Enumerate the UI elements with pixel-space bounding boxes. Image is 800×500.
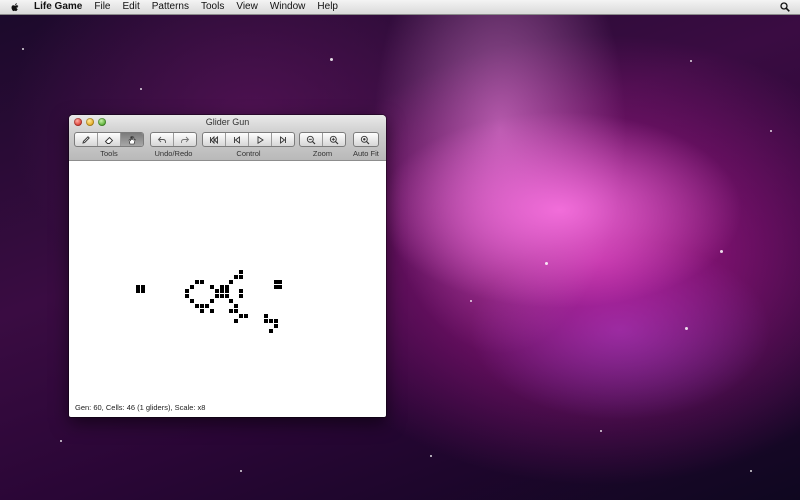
redo-icon bbox=[181, 136, 190, 143]
step-forward-button[interactable] bbox=[272, 133, 294, 146]
menu-patterns[interactable]: Patterns bbox=[146, 0, 195, 14]
hand-tool-button[interactable] bbox=[121, 133, 143, 146]
live-cell bbox=[136, 289, 141, 294]
menu-window[interactable]: Window bbox=[264, 0, 312, 14]
glider-gun-window: Glider Gun Tools Undo/Redo Control Zoom … bbox=[69, 115, 386, 417]
zoom-in-button[interactable] bbox=[323, 133, 345, 146]
live-cell bbox=[224, 289, 229, 294]
step-back-icon bbox=[234, 135, 240, 144]
live-cell bbox=[219, 294, 224, 299]
live-cell bbox=[239, 294, 244, 299]
undo-redo-label: Undo/Redo bbox=[154, 149, 193, 158]
live-cell bbox=[268, 328, 273, 333]
live-cell bbox=[239, 313, 244, 318]
live-cell bbox=[214, 289, 219, 294]
undo-button[interactable] bbox=[151, 133, 174, 146]
tools-group: Tools bbox=[74, 132, 144, 158]
live-cell bbox=[200, 309, 204, 313]
pencil-tool-button[interactable] bbox=[75, 133, 98, 146]
live-cell bbox=[195, 279, 200, 284]
live-cell bbox=[229, 309, 234, 313]
menu-help[interactable]: Help bbox=[311, 0, 344, 14]
hand-icon bbox=[128, 135, 136, 144]
live-cell bbox=[229, 279, 234, 284]
menu-view[interactable]: View bbox=[230, 0, 264, 14]
live-cell bbox=[263, 318, 268, 323]
live-cell bbox=[209, 299, 214, 304]
live-cell bbox=[234, 274, 239, 279]
live-cell bbox=[273, 318, 278, 323]
live-cell bbox=[136, 284, 141, 289]
live-cell bbox=[273, 284, 278, 289]
menu-edit[interactable]: Edit bbox=[116, 0, 145, 14]
live-cell bbox=[141, 289, 146, 294]
live-cell bbox=[190, 299, 195, 304]
live-cell bbox=[204, 304, 209, 309]
play-icon bbox=[257, 135, 264, 144]
live-cell bbox=[209, 284, 214, 289]
tools-label: Tools bbox=[100, 149, 118, 158]
apple-icon[interactable] bbox=[10, 2, 20, 13]
control-group: Control bbox=[202, 132, 295, 158]
rewind-icon bbox=[210, 135, 218, 144]
live-cell bbox=[234, 304, 239, 309]
live-cell bbox=[195, 304, 200, 309]
control-label: Control bbox=[236, 149, 261, 158]
zoom-out-icon bbox=[306, 135, 316, 144]
redo-button[interactable] bbox=[174, 133, 196, 146]
live-cell bbox=[263, 313, 268, 318]
toolbar: Tools Undo/Redo Control Zoom Auto Fit bbox=[69, 132, 386, 160]
live-cell bbox=[239, 274, 244, 279]
live-cell bbox=[234, 318, 239, 323]
undo-icon bbox=[157, 136, 166, 143]
live-cell bbox=[244, 313, 249, 318]
spotlight-search-icon[interactable] bbox=[780, 2, 790, 12]
zoom-label: Zoom bbox=[312, 149, 333, 158]
rewind-button[interactable] bbox=[203, 133, 226, 146]
live-cell bbox=[239, 269, 244, 274]
live-cell bbox=[219, 284, 224, 289]
live-cell bbox=[239, 289, 244, 294]
live-cell bbox=[229, 299, 234, 304]
status-text: Gen: 60, Cells: 46 (1 gliders), Scale: x… bbox=[75, 403, 206, 412]
live-cell bbox=[224, 284, 229, 289]
live-cell bbox=[278, 279, 283, 284]
menu-tools[interactable]: Tools bbox=[195, 0, 230, 14]
live-cell bbox=[141, 284, 146, 289]
eraser-icon bbox=[104, 136, 114, 144]
live-cell bbox=[185, 294, 190, 299]
live-cell bbox=[224, 294, 229, 299]
step-back-button[interactable] bbox=[226, 133, 249, 146]
live-cell bbox=[185, 289, 190, 294]
life-grid-canvas[interactable] bbox=[69, 161, 386, 401]
auto-fit-group: Auto Fit bbox=[353, 132, 379, 158]
live-cell bbox=[214, 294, 219, 299]
pencil-icon bbox=[82, 135, 90, 144]
play-button[interactable] bbox=[249, 133, 272, 146]
live-cell bbox=[200, 304, 204, 309]
eraser-tool-button[interactable] bbox=[98, 133, 121, 146]
live-cell bbox=[234, 309, 239, 313]
window-title: Glider Gun bbox=[205, 117, 250, 127]
live-cell bbox=[273, 323, 278, 328]
menu-bar: Life Game File Edit Patterns Tools View … bbox=[0, 0, 800, 15]
zoom-out-button[interactable] bbox=[300, 133, 323, 146]
live-cell bbox=[273, 279, 278, 284]
auto-fit-label: Auto Fit bbox=[353, 149, 379, 158]
step-forward-icon bbox=[280, 135, 286, 144]
live-cell bbox=[278, 284, 283, 289]
auto-fit-icon bbox=[360, 135, 370, 144]
window-titlebar[interactable]: Glider Gun Tools Undo/Redo Control Zoom … bbox=[69, 115, 386, 161]
auto-fit-button[interactable] bbox=[354, 133, 376, 146]
live-cell bbox=[268, 318, 273, 323]
menu-file[interactable]: File bbox=[88, 0, 116, 14]
live-cell bbox=[200, 279, 204, 284]
undo-redo-group: Undo/Redo bbox=[150, 132, 197, 158]
zoom-group: Zoom bbox=[299, 132, 346, 158]
live-cell bbox=[209, 309, 214, 313]
zoom-in-icon bbox=[329, 135, 339, 144]
live-cell bbox=[190, 284, 195, 289]
menu-app-life-game[interactable]: Life Game bbox=[28, 0, 88, 14]
live-cell bbox=[219, 289, 224, 294]
